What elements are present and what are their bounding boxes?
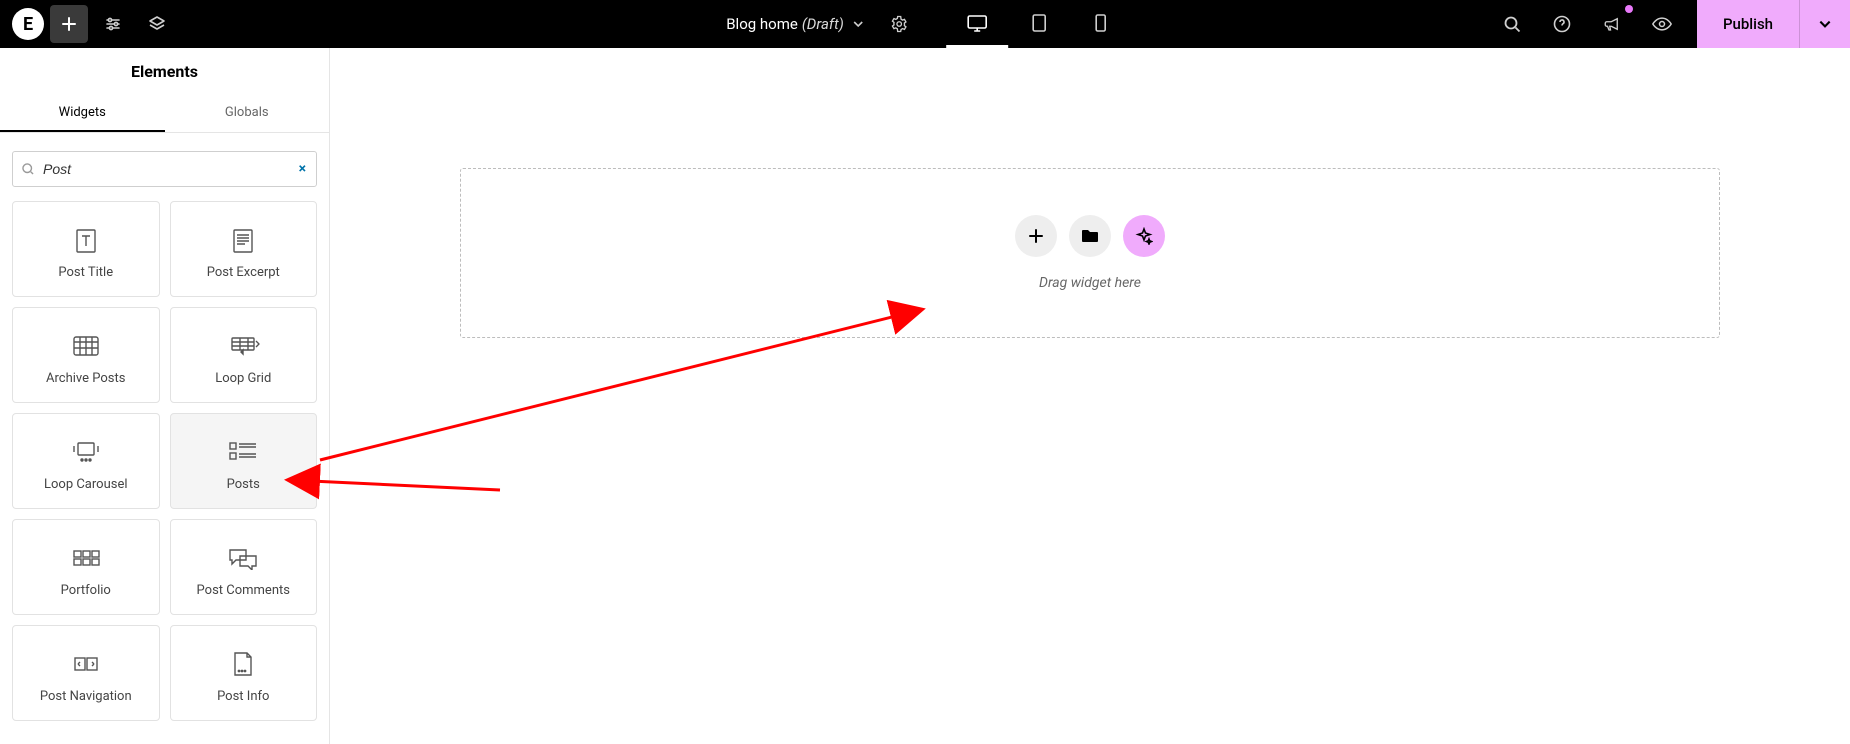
sliders-icon [104,15,122,33]
mobile-icon [1094,13,1107,33]
chevron-down-icon [1818,17,1832,31]
editor-canvas[interactable]: Drag widget here [330,48,1850,744]
post-info-icon [230,643,256,685]
post-excerpt-icon [228,219,258,261]
structure-button[interactable] [138,5,176,43]
widget-archive-posts[interactable]: Archive Posts [12,307,160,403]
dropzone-hint: Drag widget here [1039,275,1141,291]
search-wrap: × [0,133,329,197]
widget-label: Portfolio [61,583,111,598]
widget-post-comments[interactable]: Post Comments [170,519,318,615]
tab-globals[interactable]: Globals [165,95,330,132]
post-navigation-icon [71,643,101,685]
portfolio-icon [70,537,102,579]
publish-button[interactable]: Publish [1697,15,1799,33]
widget-label: Posts [227,477,260,492]
widgets-grid: Post Title Post Excerpt Archive Posts Lo… [0,197,329,733]
finder-button[interactable] [1493,5,1531,43]
device-tablet[interactable] [1008,0,1070,48]
responsive-device-tabs [946,0,1132,48]
archive-posts-icon [70,325,102,367]
empty-section-dropzone[interactable]: Drag widget here [460,168,1720,338]
loop-grid-icon [226,325,260,367]
tab-widgets[interactable]: Widgets [0,95,165,132]
topbar-center-group: Blog home (Draft) [718,0,1132,48]
post-comments-icon [226,537,260,579]
panel-tabs: Widgets Globals [0,95,329,133]
search-box: × [12,151,317,187]
publish-options-button[interactable] [1799,0,1850,48]
ai-build-button[interactable] [1123,215,1165,257]
widget-label: Post Info [217,689,269,704]
plus-icon [61,16,77,32]
preview-button[interactable] [1643,5,1681,43]
page-settings-button[interactable] [94,5,132,43]
widget-label: Loop Carousel [44,477,128,492]
help-icon [1553,15,1571,33]
desktop-icon [966,13,988,33]
sparkle-icon [1135,227,1153,245]
topbar-left-group: E [0,0,176,48]
widget-post-info[interactable]: Post Info [170,625,318,721]
posts-icon [226,431,260,473]
clear-search-button[interactable]: × [299,161,306,177]
widget-loop-carousel[interactable]: Loop Carousel [12,413,160,509]
document-settings-button[interactable] [880,5,918,43]
document-title[interactable]: Blog home (Draft) [718,15,872,33]
widget-portfolio[interactable]: Portfolio [12,519,160,615]
add-template-button[interactable] [1069,215,1111,257]
search-icon [1503,15,1521,33]
widget-loop-grid[interactable]: Loop Grid [170,307,318,403]
widget-post-excerpt[interactable]: Post Excerpt [170,201,318,297]
widget-label: Loop Grid [215,371,271,386]
plus-icon [1028,228,1044,244]
search-icon [21,162,35,176]
help-button[interactable] [1543,5,1581,43]
device-mobile[interactable] [1070,0,1132,48]
widget-label: Post Navigation [40,689,132,704]
document-name: Blog home [726,15,798,33]
widget-label: Post Title [58,265,113,280]
tablet-icon [1031,13,1047,33]
widget-post-navigation[interactable]: Post Navigation [12,625,160,721]
eye-icon [1652,15,1672,33]
widget-post-title[interactable]: Post Title [12,201,160,297]
panel-title: Elements [0,48,329,95]
dropzone-buttons [1015,215,1165,257]
document-status: (Draft) [802,15,844,33]
search-input[interactable] [43,161,286,177]
post-title-icon [71,219,101,261]
widget-label: Post Comments [197,583,290,598]
elements-panel: Elements Widgets Globals × Post Title Po… [0,48,330,744]
layers-icon [148,15,166,33]
megaphone-icon [1603,15,1621,33]
widget-posts[interactable]: Posts [170,413,318,509]
device-desktop[interactable] [946,0,1008,48]
whats-new-button[interactable] [1593,5,1631,43]
loop-carousel-icon [68,431,104,473]
add-section-button[interactable] [1015,215,1057,257]
folder-icon [1081,228,1099,244]
chevron-down-icon [852,18,864,30]
top-bar: E Blog home (Draft) [0,0,1850,48]
elementor-logo[interactable]: E [12,8,44,40]
widget-label: Archive Posts [46,371,125,386]
add-element-button[interactable] [50,5,88,43]
widget-label: Post Excerpt [207,265,280,280]
publish-group: Publish [1697,0,1850,48]
gear-icon [890,15,908,33]
topbar-right-group: Publish [1487,0,1850,48]
